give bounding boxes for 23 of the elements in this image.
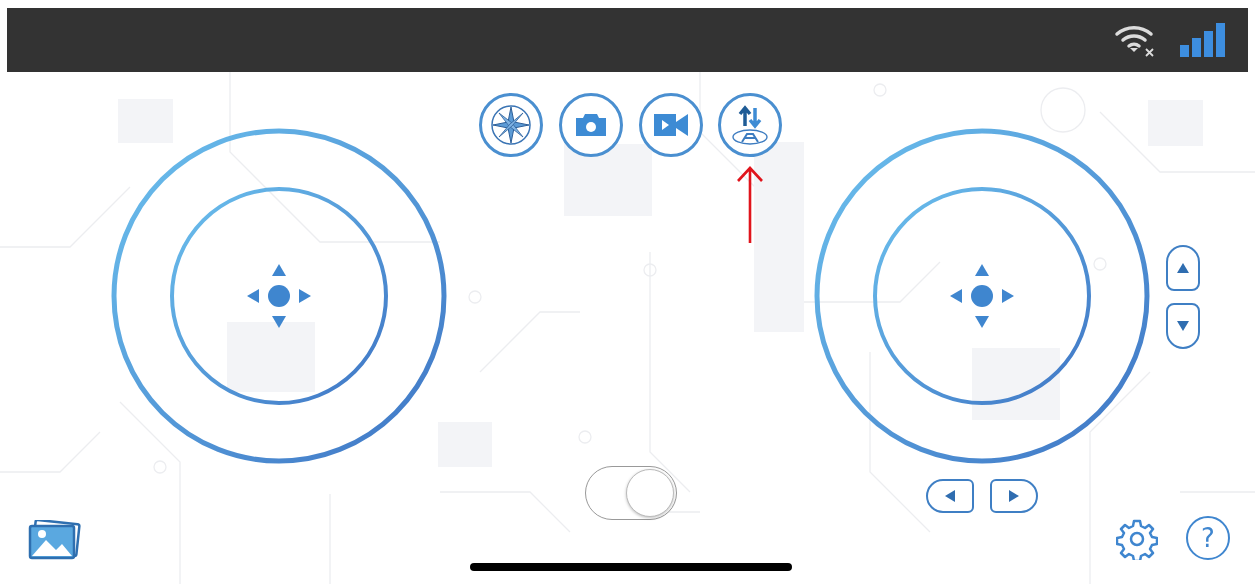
camera-icon xyxy=(574,112,608,138)
settings-icon[interactable] xyxy=(1116,518,1158,560)
down-button[interactable] xyxy=(1166,303,1200,349)
flip-button[interactable] xyxy=(718,93,782,157)
toggle-switch[interactable] xyxy=(585,466,677,520)
joystick[interactable] xyxy=(814,128,1150,464)
triangle-up-icon xyxy=(1177,263,1189,273)
triangle-down-icon xyxy=(1177,321,1189,331)
right-button[interactable] xyxy=(990,479,1038,513)
video-camera-icon xyxy=(654,114,688,136)
triangle-left-icon xyxy=(945,490,955,502)
left-button[interactable] xyxy=(926,479,974,513)
triangle-right-icon xyxy=(1009,490,1019,502)
gallery-icon[interactable] xyxy=(28,520,82,560)
help-button[interactable]: ? xyxy=(1186,516,1230,560)
signal-bars-icon xyxy=(1180,23,1228,57)
arrows-up-down-icon xyxy=(730,104,770,146)
compass-button[interactable] xyxy=(479,93,543,157)
joystick[interactable] xyxy=(111,128,447,464)
up-button[interactable] xyxy=(1166,245,1200,291)
video-button[interactable] xyxy=(639,93,703,157)
compass-icon xyxy=(490,104,532,146)
camera-button[interactable] xyxy=(559,93,623,157)
